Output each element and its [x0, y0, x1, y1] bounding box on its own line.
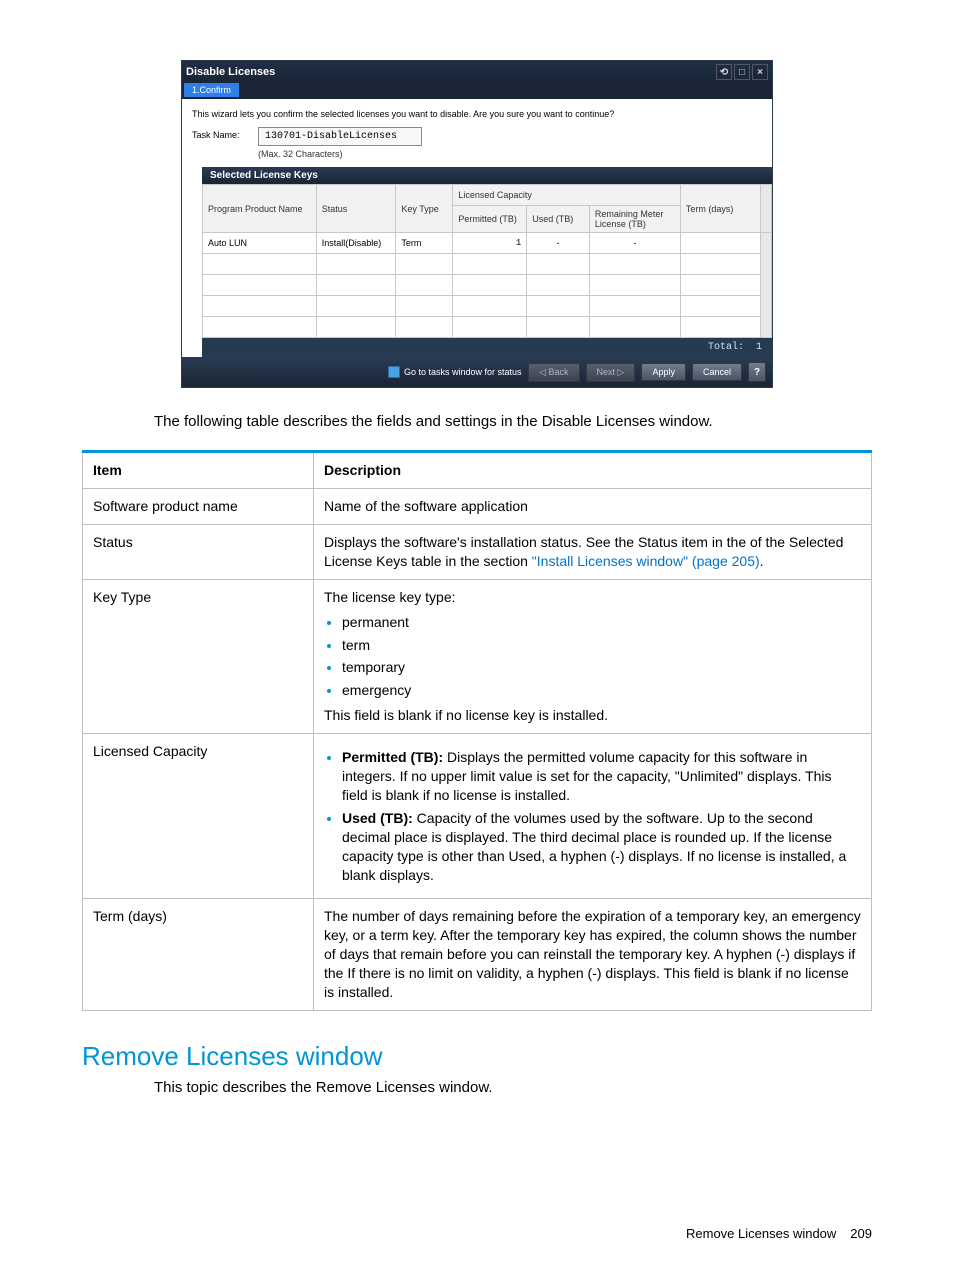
window-close-icon[interactable]: ×: [752, 64, 768, 80]
task-name-help: (Max. 32 Characters): [258, 149, 422, 159]
wizard-button-bar: Go to tasks window for status ◁ Back Nex…: [182, 357, 772, 387]
table-row: Key Type The license key type: permanent…: [83, 579, 872, 733]
col-term: Term (days): [680, 185, 760, 233]
wizard-step-bar: 1.Confirm: [182, 83, 772, 99]
table-row: Software product name Name of the softwa…: [83, 489, 872, 525]
list-item: permanent: [342, 613, 861, 632]
task-name-label: Task Name:: [192, 127, 258, 140]
table-row-empty: [203, 317, 772, 338]
table-row-empty: [203, 275, 772, 296]
col-remaining: Remaining Meter License (TB): [589, 206, 680, 233]
checkbox-icon: [388, 366, 400, 378]
table-row: Licensed Capacity Permitted (TB): Displa…: [83, 734, 872, 899]
intro-paragraph: The following table describes the fields…: [154, 412, 872, 432]
window-reset-icon[interactable]: ⟲: [716, 64, 732, 80]
wizard-hint: This wizard lets you confirm the selecte…: [182, 105, 772, 123]
col-status: Status: [316, 185, 396, 233]
remove-licenses-paragraph: This topic describes the Remove Licenses…: [154, 1078, 872, 1098]
go-to-tasks-checkbox[interactable]: Go to tasks window for status: [388, 366, 522, 378]
disable-licenses-window: Disable Licenses ⟲ □ × 1.Confirm This wi…: [181, 60, 773, 388]
wizard-step-confirm: 1.Confirm: [184, 83, 239, 97]
table-row[interactable]: Auto LUN Install(Disable) Term 1 - -: [203, 233, 772, 254]
list-item: Used (TB): Capacity of the volumes used …: [342, 809, 861, 885]
table-row: Term (days) The number of days remaining…: [83, 899, 872, 1010]
cancel-button[interactable]: Cancel: [692, 363, 742, 381]
window-title: Disable Licenses: [186, 66, 714, 78]
next-button[interactable]: Next ▷: [586, 363, 636, 382]
help-button[interactable]: ?: [748, 362, 766, 382]
table-row-empty: [203, 296, 772, 317]
table-row: Status Displays the software's installat…: [83, 525, 872, 580]
col-program: Program Product Name: [203, 185, 317, 233]
col-description: Description: [314, 452, 872, 489]
remove-licenses-heading: Remove Licenses window: [82, 1041, 872, 1072]
col-licensed-capacity: Licensed Capacity: [453, 185, 681, 206]
window-maximize-icon[interactable]: □: [734, 64, 750, 80]
col-used: Used (TB): [527, 206, 590, 233]
list-item: emergency: [342, 681, 861, 700]
back-button[interactable]: ◁ Back: [528, 363, 579, 382]
col-permitted: Permitted (TB): [453, 206, 527, 233]
list-item: temporary: [342, 658, 861, 677]
list-item: term: [342, 636, 861, 655]
table-row-empty: [203, 254, 772, 275]
page-footer: Remove Licenses window209: [686, 1226, 872, 1241]
list-item: Permitted (TB): Displays the permitted v…: [342, 748, 861, 805]
col-item: Item: [83, 452, 314, 489]
table-total: Total: 1: [202, 338, 772, 357]
window-titlebar: Disable Licenses ⟲ □ ×: [182, 61, 772, 83]
apply-button[interactable]: Apply: [641, 363, 686, 381]
col-keytype: Key Type: [396, 185, 453, 233]
selected-license-keys-header: Selected License Keys: [202, 167, 772, 184]
task-name-input[interactable]: 130701-DisableLicenses: [258, 127, 422, 146]
install-licenses-link[interactable]: "Install Licenses window" (page 205): [532, 553, 760, 569]
field-description-table: Item Description Software product name N…: [82, 450, 872, 1011]
license-keys-table: Program Product Name Status Key Type Lic…: [202, 184, 772, 338]
